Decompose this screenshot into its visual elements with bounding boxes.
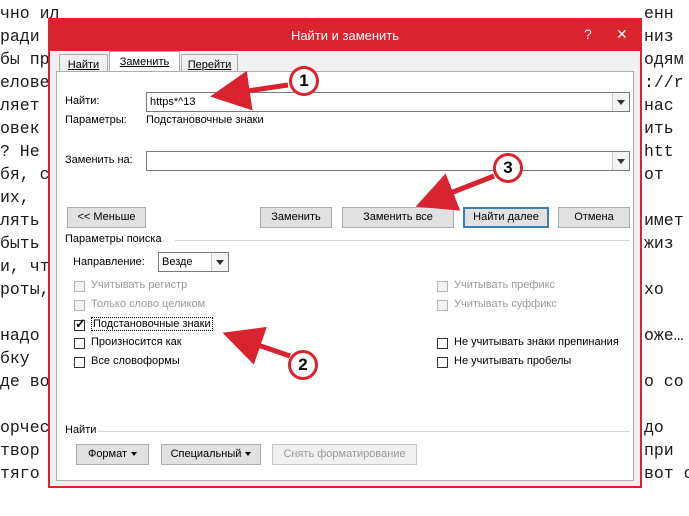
arrow-3: [415, 173, 495, 211]
annotation-marker-3: 3: [493, 153, 523, 183]
arrow-2: [222, 326, 291, 365]
annotation-arrows: [210, 70, 495, 365]
annotation-marker-1: 1: [289, 66, 319, 96]
annotation-marker-2: 2: [288, 350, 318, 380]
arrow-1: [210, 70, 289, 111]
